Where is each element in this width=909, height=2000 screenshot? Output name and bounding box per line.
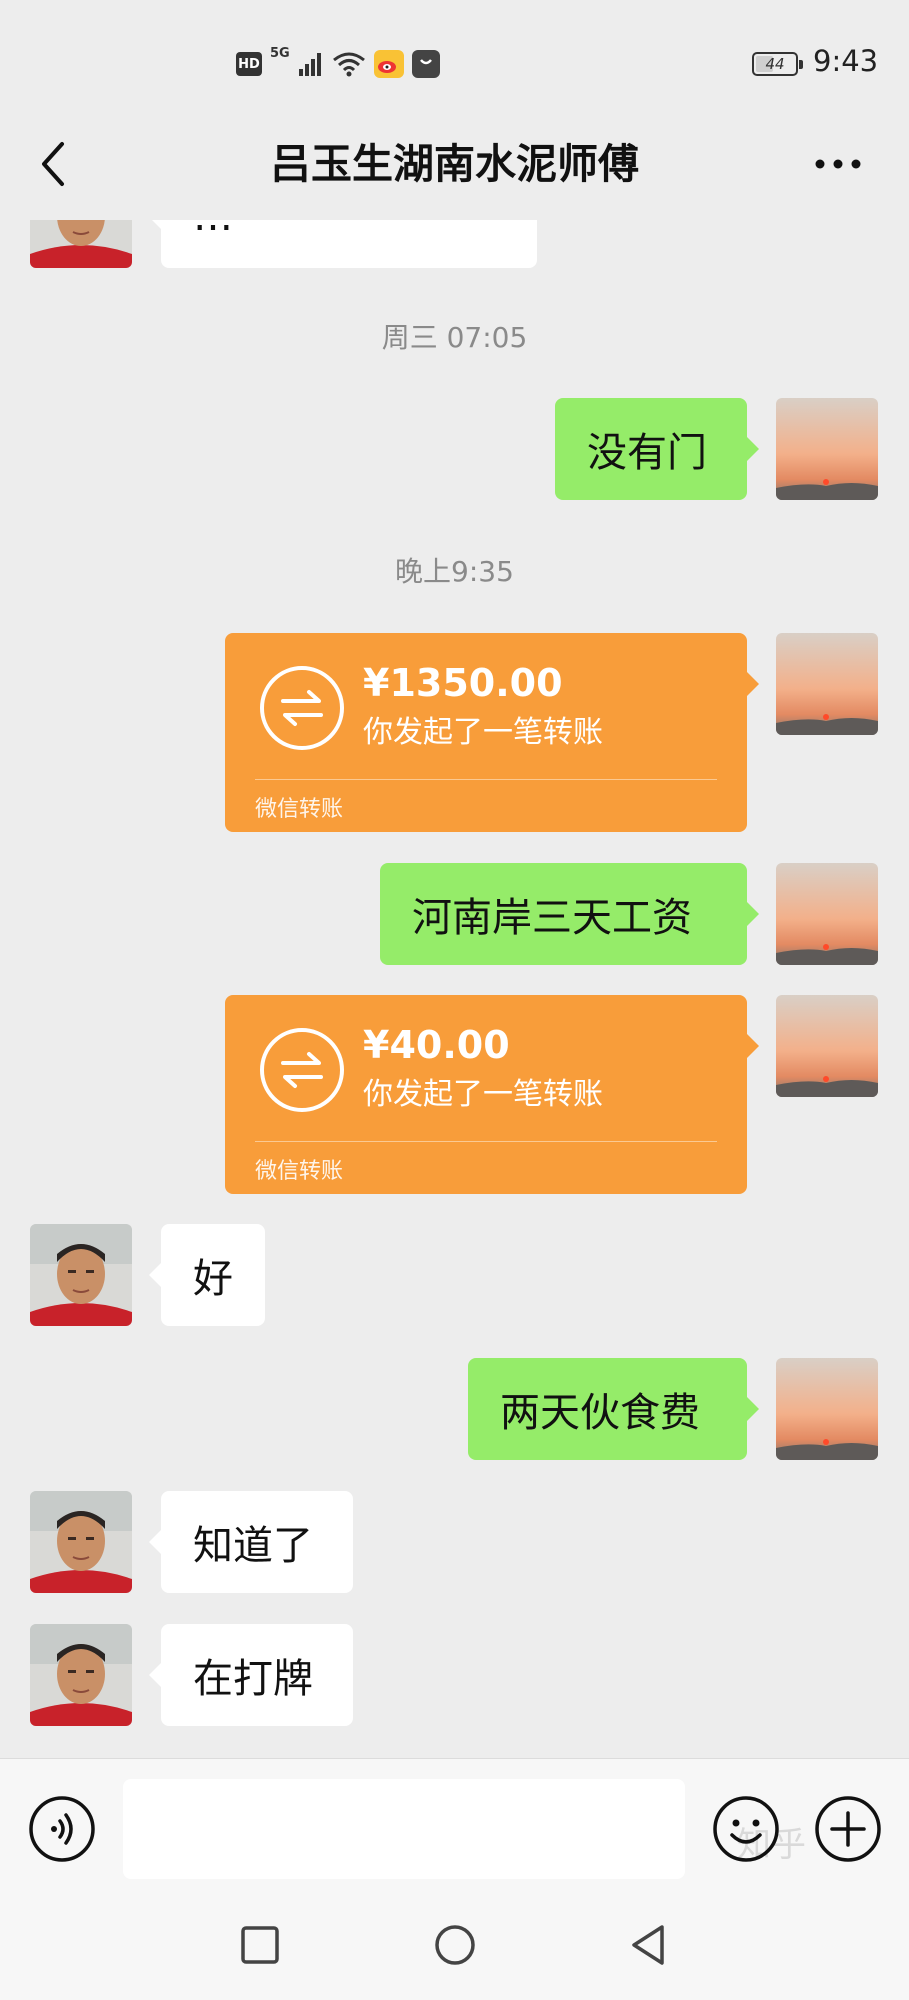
emoji-icon <box>713 1796 779 1862</box>
plus-icon <box>815 1796 881 1862</box>
received-message-bubble[interactable]: … <box>149 220 537 268</box>
sent-message-bubble[interactable]: 河南岸三天工资 <box>380 863 759 965</box>
contact-avatar-image <box>30 1624 132 1726</box>
transfer-card[interactable]: ¥40.00 你发起了一笔转账 微信转账 <box>225 995 759 1194</box>
circle-icon <box>435 1925 475 1965</box>
contact-avatar-image <box>30 220 132 268</box>
clock: 9:43 <box>813 44 879 78</box>
contact-avatar[interactable] <box>30 1491 132 1593</box>
chat-header: 吕玉生湖南水泥师傅 <box>0 110 909 220</box>
my-avatar[interactable] <box>776 633 878 735</box>
battery-percent: 44 <box>765 55 785 73</box>
timestamp: 晚上9:35 <box>395 555 514 588</box>
message-input[interactable] <box>123 1779 685 1879</box>
contact-avatar[interactable] <box>30 1224 132 1326</box>
system-navigation-bar <box>0 1890 909 2000</box>
divider <box>255 779 717 780</box>
message-text: 好 <box>193 1256 233 1302</box>
my-avatar[interactable] <box>776 863 878 965</box>
hd-badge: HD <box>236 52 262 76</box>
transfer-icon <box>260 1028 344 1112</box>
message-list[interactable]: … 周三 07:05 没有门 晚上9:35 ¥1350.00 你发起了一笔转账 … <box>0 220 909 1758</box>
shopping-bag-icon <box>411 50 440 78</box>
network-type: 5G <box>270 46 290 61</box>
voice-button[interactable] <box>28 1795 96 1863</box>
contact-avatar-image <box>30 1491 132 1593</box>
message-text: 知道了 <box>193 1523 313 1569</box>
transfer-amount: ¥1350.00 <box>363 661 563 705</box>
transfer-amount: ¥40.00 <box>363 1023 510 1067</box>
timestamp: 周三 07:05 <box>381 321 528 354</box>
status-icons: HD 5G <box>236 46 440 82</box>
message-text: 在打牌 <box>193 1656 313 1702</box>
battery-indicator: 44 <box>752 52 803 76</box>
sent-message-bubble[interactable]: 没有门 <box>555 398 759 500</box>
chat-title: 吕玉生湖南水泥师傅 <box>270 140 639 188</box>
my-avatar-image <box>776 398 878 500</box>
received-message-bubble[interactable]: 好 <box>149 1224 265 1326</box>
message-text: … <box>193 220 233 240</box>
message-text: 河南岸三天工资 <box>412 895 692 941</box>
more-button[interactable] <box>808 136 868 192</box>
square-icon <box>241 1926 279 1964</box>
transfer-icon <box>260 666 344 750</box>
transfer-description: 你发起了一笔转账 <box>363 1077 603 1112</box>
system-back-button[interactable] <box>622 1918 676 1972</box>
home-button[interactable] <box>428 1918 482 1972</box>
more-functions-button[interactable] <box>814 1795 882 1863</box>
weibo-icon <box>373 50 404 78</box>
received-message-bubble[interactable]: 在打牌 <box>149 1624 353 1726</box>
emoji-button[interactable] <box>712 1795 780 1863</box>
divider <box>255 1141 717 1142</box>
transfer-footer: 微信转账 <box>255 797 344 822</box>
my-avatar-image <box>776 633 878 735</box>
voice-icon <box>29 1796 95 1862</box>
transfer-card[interactable]: ¥1350.00 你发起了一笔转账 微信转账 <box>225 633 759 832</box>
signal-icon <box>298 53 321 76</box>
contact-avatar[interactable] <box>30 220 132 268</box>
more-dots-icon <box>815 159 861 169</box>
my-avatar[interactable] <box>776 995 878 1097</box>
my-avatar-image <box>776 1358 878 1460</box>
wifi-icon <box>332 52 365 77</box>
input-bar: 知乎 <box>0 1758 909 1891</box>
contact-avatar[interactable] <box>30 1624 132 1726</box>
triangle-back-icon <box>632 1925 664 1965</box>
sent-message-bubble[interactable]: 两天伙食费 <box>468 1358 759 1460</box>
my-avatar[interactable] <box>776 398 878 500</box>
status-bar: HD 5G 44 9:43 <box>0 0 909 110</box>
recent-apps-button[interactable] <box>233 1918 287 1972</box>
transfer-description: 你发起了一笔转账 <box>363 715 603 750</box>
my-avatar[interactable] <box>776 1358 878 1460</box>
contact-avatar-image <box>30 1224 132 1326</box>
message-text: 没有门 <box>587 430 707 476</box>
received-message-bubble[interactable]: 知道了 <box>149 1491 353 1593</box>
my-avatar-image <box>776 863 878 965</box>
message-text: 两天伙食费 <box>500 1390 700 1436</box>
transfer-footer: 微信转账 <box>255 1159 344 1184</box>
my-avatar-image <box>776 995 878 1097</box>
